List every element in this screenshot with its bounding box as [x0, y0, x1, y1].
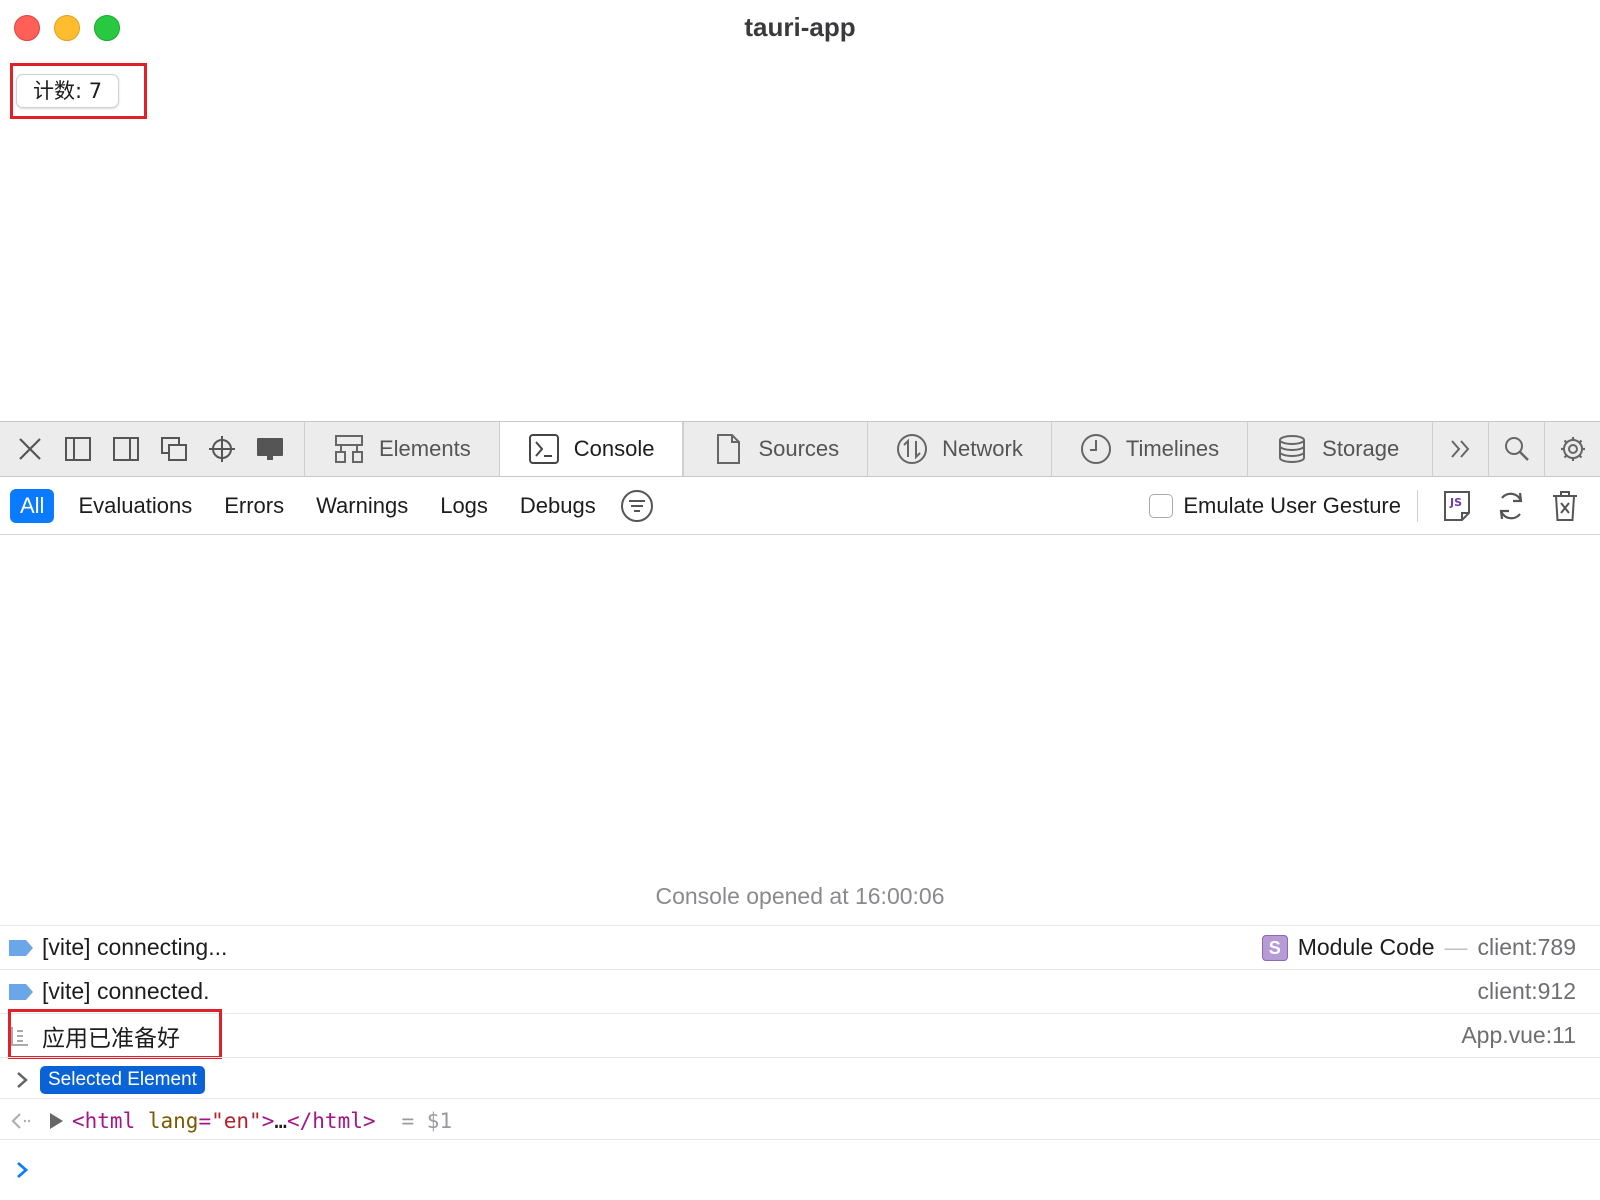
- source-location-link[interactable]: App.vue:11: [1461, 1022, 1576, 1049]
- tab-console[interactable]: Console: [498, 422, 684, 476]
- disclosure-triangle-icon[interactable]: [46, 1109, 66, 1133]
- tab-network[interactable]: Network: [867, 422, 1051, 476]
- console-output: Console opened at 16:00:06 [vite] connec…: [0, 535, 1600, 1200]
- tab-storage[interactable]: Storage: [1247, 422, 1427, 476]
- source-dash: —: [1444, 934, 1468, 960]
- emulate-user-gesture-checkbox[interactable]: [1149, 493, 1174, 518]
- dom-node-preview[interactable]: <html lang="en">…</html>: [72, 1109, 376, 1133]
- app-viewport: 计数: 7: [0, 56, 1600, 421]
- filterbar-divider: [1417, 489, 1418, 522]
- timelines-icon: [1080, 434, 1111, 464]
- counter-button[interactable]: 计数: 7: [16, 74, 120, 108]
- html-end-tag: </html>: [287, 1108, 376, 1133]
- clear-console-icon[interactable]: [1548, 489, 1582, 523]
- console-message-text: [vite] connecting...: [42, 934, 228, 960]
- sources-icon: [717, 434, 741, 464]
- source-location-link[interactable]: client:789: [1478, 934, 1576, 961]
- tab-console-label: Console: [573, 436, 655, 461]
- detach-window-icon[interactable]: [150, 422, 198, 476]
- storage-icon: [1279, 435, 1306, 464]
- tab-elements-label: Elements: [379, 436, 471, 461]
- log-info-icon: [9, 983, 33, 1000]
- source-location-link[interactable]: client:912: [1478, 978, 1576, 1005]
- html-ellipsis: …: [274, 1108, 287, 1133]
- module-code-icon: S: [1261, 934, 1288, 961]
- console-message-source[interactable]: App.vue:11: [1461, 1022, 1576, 1049]
- inspect-element-icon[interactable]: [198, 422, 246, 476]
- devtools-tabbar: Elements Console Sources Network Timelin…: [0, 421, 1600, 477]
- dock-left-icon[interactable]: [54, 422, 102, 476]
- tab-sources-label: Sources: [758, 436, 840, 461]
- filter-evaluations[interactable]: Evaluations: [70, 489, 200, 523]
- html-tag-close: >: [261, 1108, 275, 1133]
- tab-network-label: Network: [942, 436, 1023, 461]
- annotation-box-message: [8, 1009, 222, 1059]
- selected-element-badge: Selected Element: [40, 1065, 205, 1094]
- console-message-row[interactable]: [vite] connected. client:912: [0, 969, 1600, 1013]
- filter-errors[interactable]: Errors: [216, 489, 292, 523]
- tab-elements[interactable]: Elements: [304, 422, 499, 476]
- device-settings-icon[interactable]: [246, 422, 294, 476]
- log-info-icon: [9, 939, 33, 956]
- selected-element-row[interactable]: Selected Element: [0, 1057, 1600, 1101]
- close-devtools-icon[interactable]: [6, 422, 54, 476]
- console-message-row[interactable]: 应用已准备好 App.vue:11: [0, 1013, 1600, 1057]
- html-open-tag: <html: [72, 1108, 136, 1133]
- more-tabs-icon[interactable]: [1432, 422, 1488, 476]
- network-icon: [897, 434, 928, 464]
- filter-all[interactable]: All: [10, 488, 55, 523]
- source-module-label: Module Code: [1297, 934, 1435, 960]
- reload-icon[interactable]: [1494, 489, 1528, 523]
- filter-debugs[interactable]: Debugs: [512, 489, 604, 523]
- filter-warnings[interactable]: Warnings: [308, 489, 416, 523]
- filter-logs[interactable]: Logs: [432, 489, 496, 523]
- filterbar-right-controls: Emulate User Gesture JS: [1149, 477, 1600, 534]
- window-title: tauri-app: [744, 12, 856, 42]
- result-variable: = $1: [401, 1108, 453, 1133]
- window-titlebar: tauri-app: [0, 0, 1600, 56]
- console-message-text: [vite] connected.: [42, 978, 210, 1004]
- chevron-right-icon[interactable]: [12, 1068, 32, 1092]
- tab-timelines-label: Timelines: [1125, 436, 1220, 461]
- evaluation-result-row[interactable]: <html lang="en">…</html> = $1: [0, 1098, 1600, 1142]
- search-icon[interactable]: [1488, 422, 1544, 476]
- prompt-chevron-icon: [17, 1161, 29, 1179]
- console-message-source[interactable]: client:912: [1478, 978, 1576, 1005]
- emulate-user-gesture-label: Emulate User Gesture: [1183, 492, 1401, 518]
- svg-text:JS: JS: [1449, 496, 1462, 509]
- result-arrow-icon: [11, 1112, 30, 1129]
- filter-options-icon[interactable]: [620, 489, 654, 523]
- tab-storage-label: Storage: [1322, 436, 1400, 461]
- console-prompt[interactable]: [0, 1139, 1600, 1200]
- html-attr-eq: =: [198, 1108, 212, 1133]
- dock-right-icon[interactable]: [102, 422, 150, 476]
- elements-icon: [335, 435, 363, 463]
- console-opened-text: Console opened at 16:00:06: [655, 883, 945, 909]
- console-message-source[interactable]: S Module Code — client:789: [1261, 934, 1576, 961]
- html-attr-value: "en": [211, 1108, 262, 1133]
- console-message-row[interactable]: [vite] connecting... S Module Code — cli…: [0, 925, 1600, 969]
- tab-sources[interactable]: Sources: [683, 422, 867, 476]
- tab-timelines[interactable]: Timelines: [1050, 422, 1247, 476]
- console-filterbar: All Evaluations Errors Warnings Logs Deb…: [0, 477, 1600, 535]
- html-attr-name: lang: [147, 1108, 199, 1133]
- gear-icon[interactable]: [1544, 422, 1600, 476]
- console-icon: [528, 434, 559, 464]
- js-snippet-icon[interactable]: JS: [1440, 489, 1474, 523]
